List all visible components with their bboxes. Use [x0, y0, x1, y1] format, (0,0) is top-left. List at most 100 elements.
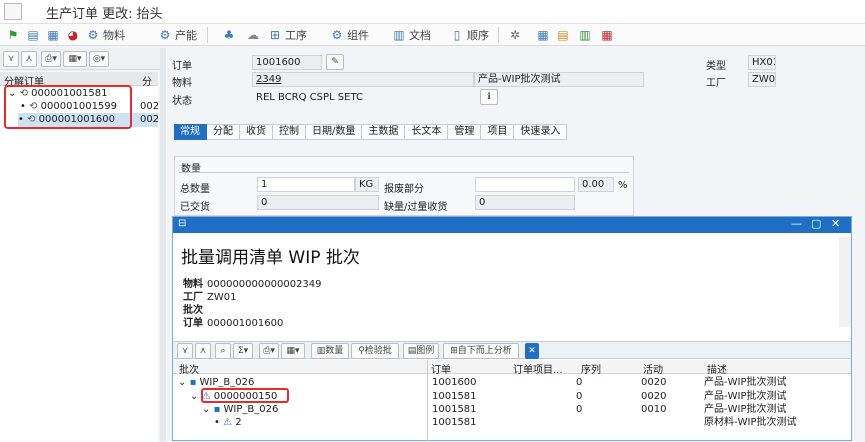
sequences-button[interactable]: ▯ 顺序	[450, 27, 489, 43]
shortage-field: 0	[475, 195, 575, 210]
chart-icon[interactable]: ▥	[578, 27, 592, 43]
flag-icon[interactable]: ⚑	[6, 27, 20, 43]
capacity-icon: ⚙	[159, 28, 171, 42]
grid-header: 批次 订单 订单项目... 序列 活动 描述	[173, 360, 851, 376]
order-tree	[0, 86, 158, 441]
scrap-pct-field[interactable]: 0.00	[578, 177, 614, 192]
type-field: HX01	[748, 55, 776, 70]
legend-button[interactable]: ▤图例	[403, 343, 439, 359]
tab-goods-receipt[interactable]: 收货	[240, 124, 273, 140]
operations-button[interactable]: ⊞ 工序	[268, 27, 307, 43]
cell-desc: 原材料-WIP批次测试	[704, 417, 797, 428]
table-icon[interactable]: ▦	[536, 27, 550, 43]
delivered-field: 0	[257, 195, 379, 210]
collapse-all-icon[interactable]: ⋏	[195, 343, 211, 359]
expand-all-icon[interactable]: ⋎	[3, 51, 19, 67]
col-order[interactable]: 订单	[431, 361, 451, 376]
status-label: 状态	[172, 96, 192, 107]
col-order-item[interactable]: 订单项目...	[513, 361, 563, 376]
window-title: 生产订单 更改: 抬头	[46, 7, 163, 22]
cell-order: 1001581	[432, 417, 477, 428]
plant-label: 工厂	[706, 78, 726, 89]
pct-sign: %	[618, 180, 628, 191]
sequences-icon: ▯	[453, 28, 461, 42]
plant-field: ZW01	[748, 72, 776, 87]
hat-icon[interactable]: ☁	[246, 27, 260, 43]
system-menu-icon[interactable]	[4, 3, 22, 20]
tab-control[interactable]: 控制	[273, 124, 306, 140]
dialog-icon: ⊟	[178, 218, 187, 229]
col-sequence[interactable]: 序列	[581, 361, 601, 376]
hierarchy-icon[interactable]: ♣	[222, 27, 236, 43]
material-button[interactable]: ⚙ 物料	[86, 27, 125, 43]
operations-icon: ⊞	[269, 28, 281, 42]
cell-activity: 0010	[641, 404, 667, 415]
print-icon[interactable]: ⎙▾	[41, 51, 61, 67]
total-qty-label: 总数量	[180, 184, 210, 195]
costs-icon[interactable]: ◕	[66, 27, 80, 43]
tab-assignment[interactable]: 分配	[207, 124, 240, 140]
table-row[interactable]: ⌄ ▪ WIP_B_026	[202, 403, 278, 416]
cell-seq: 0	[576, 404, 583, 415]
print-icon[interactable]: ⎙▾	[259, 343, 279, 359]
highlight-box	[4, 85, 132, 129]
tab-long-text[interactable]: 长文本	[405, 124, 449, 140]
material-description: 产品-WIP批次测试	[474, 72, 644, 87]
documents-button[interactable]: ▥ 文档	[392, 27, 431, 43]
highlight-box	[201, 388, 289, 403]
material-field[interactable]: 2349	[252, 72, 474, 87]
grid-icon[interactable]: ▦	[600, 27, 614, 43]
components-button[interactable]: ⚙ 组件	[330, 27, 369, 43]
status-info-icon[interactable]: ℹ	[480, 89, 498, 105]
scrap-field[interactable]	[475, 177, 575, 192]
info-icon[interactable]: ◎▾	[89, 51, 109, 67]
scrap-label: 报废部分	[384, 184, 424, 195]
minimize-icon[interactable]: —	[791, 217, 802, 230]
layout-icon[interactable]: ▦▾	[281, 343, 305, 359]
document-icon[interactable]: ▤	[26, 27, 40, 43]
cell-activity: 0020	[641, 391, 667, 402]
cell-desc: 产品-WIP批次测试	[704, 377, 787, 388]
bottom-up-analysis-button[interactable]: ⊞自下而上分析	[443, 343, 519, 359]
cell-order: 1001581	[432, 391, 477, 402]
batch-icon: ▪	[189, 377, 197, 388]
tab-general[interactable]: 常规	[174, 124, 207, 140]
quantity-button[interactable]: ▥数量	[311, 343, 349, 359]
dialog-title: 批量调用清单 WIP 批次	[181, 248, 360, 268]
material-label: 物料	[172, 78, 192, 89]
tab-master-data[interactable]: 主数据	[362, 124, 406, 140]
capacity-button[interactable]: ⚙ 产能	[158, 27, 197, 43]
calculator-icon[interactable]: ▦	[46, 27, 60, 43]
tab-dates[interactable]: 日期/数量	[306, 124, 363, 140]
order-field[interactable]: 1001600	[252, 55, 322, 70]
inspection-lot-button[interactable]: ⚲检验批	[351, 343, 399, 359]
cell-order: 1001581	[432, 404, 477, 415]
tree-toolbar: ⋎ ⋏ ⎙▾ ▦▾ ◎▾	[0, 48, 165, 70]
col-description[interactable]: 描述	[707, 361, 727, 376]
tree-row-col2: 002	[140, 114, 160, 125]
total-qty-field[interactable]: 1	[257, 177, 355, 192]
settings-icon[interactable]: ✲	[508, 27, 522, 43]
collapse-all-icon[interactable]: ⋏	[21, 51, 37, 67]
tab-fast-entry[interactable]: 快速录入	[514, 124, 568, 140]
structure-icon[interactable]: ▤	[556, 27, 570, 43]
layout-icon[interactable]: ▦▾	[63, 51, 87, 67]
edit-icon[interactable]: ✎	[326, 54, 344, 70]
col-batch[interactable]: 批次	[179, 361, 199, 376]
cell-order: 1001600	[432, 377, 477, 388]
table-row[interactable]: • ⚠ 2	[214, 416, 242, 429]
find-icon[interactable]: ⌕	[215, 343, 231, 359]
material-node-icon: ⚠	[223, 417, 233, 428]
close-grid-icon[interactable]: ✕	[525, 343, 539, 359]
sum-icon[interactable]: Σ▾	[233, 343, 253, 359]
dialog-scrollbar[interactable]	[839, 237, 851, 327]
col-activity[interactable]: 活动	[643, 361, 663, 376]
tab-administration[interactable]: 管理	[448, 124, 482, 140]
expand-all-icon[interactable]: ⋎	[177, 343, 193, 359]
tab-project[interactable]: 项目	[481, 124, 515, 140]
cell-desc: 产品-WIP批次测试	[704, 404, 787, 415]
grid-toolbar: ⋎ ⋏ ⌕ Σ▾ ⎙▾ ▦▾ ▥数量 ⚲检验批 ▤图例 ⊞自下而上分析 ✕	[173, 341, 851, 359]
maximize-icon[interactable]: ▢	[811, 217, 821, 230]
close-icon[interactable]: ✕	[831, 217, 840, 230]
splitter[interactable]	[160, 48, 166, 441]
